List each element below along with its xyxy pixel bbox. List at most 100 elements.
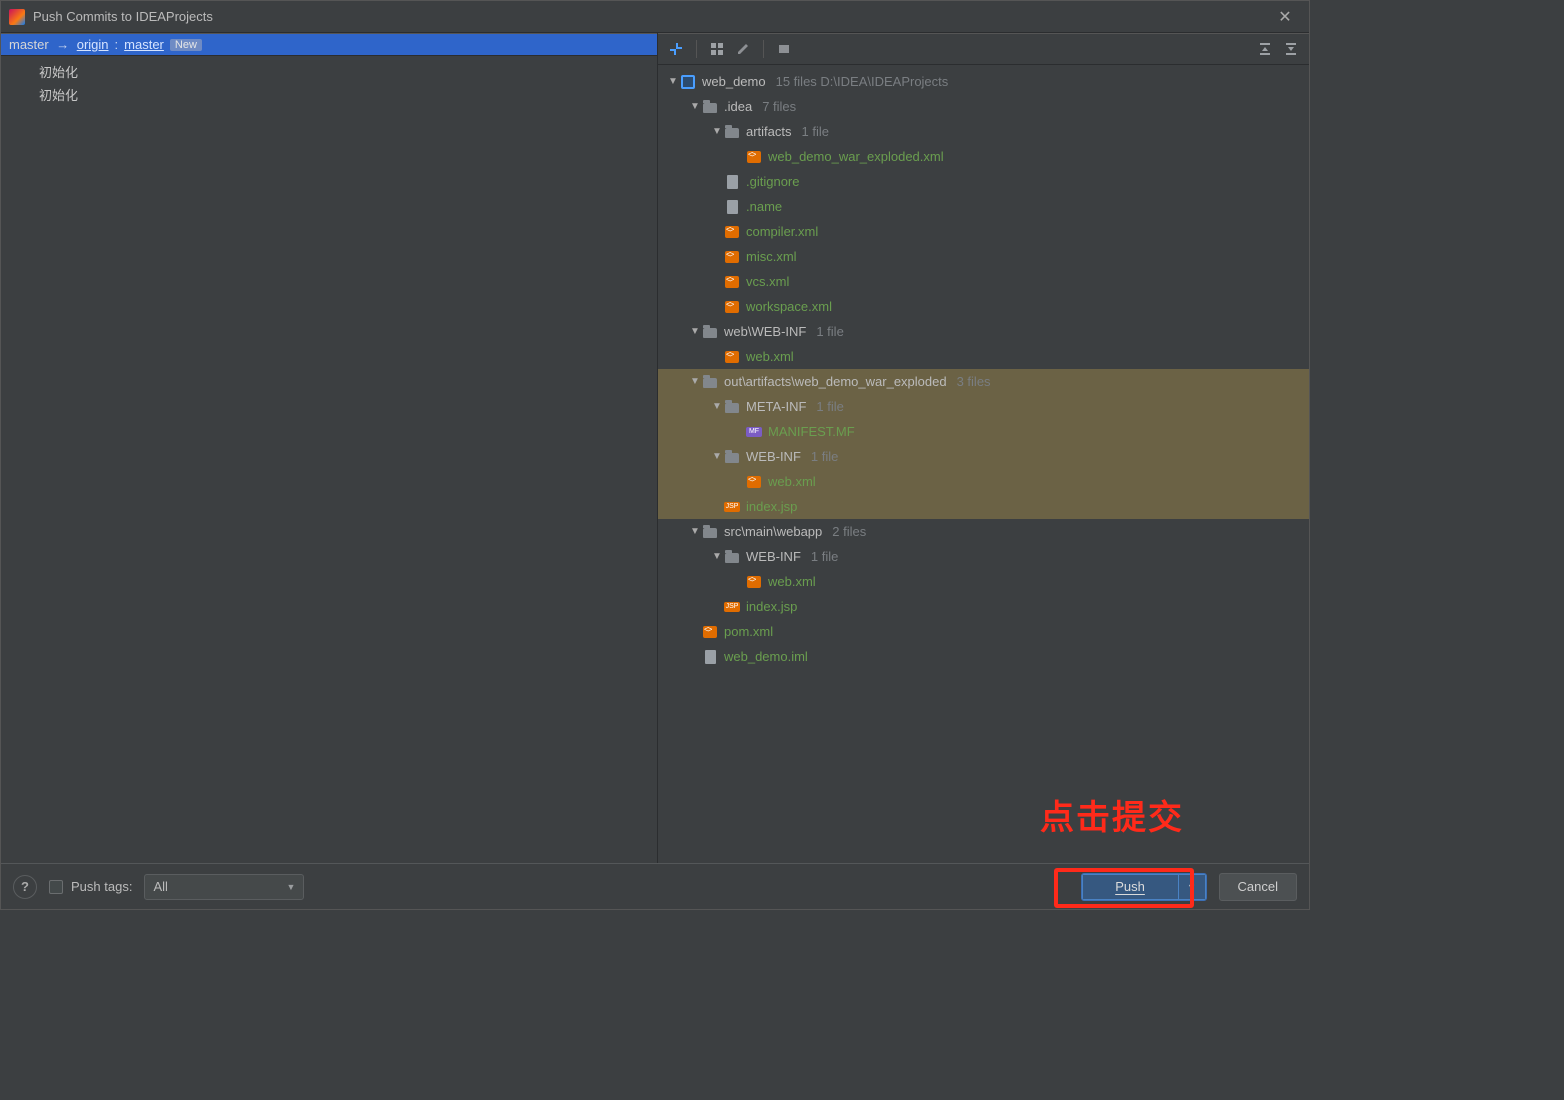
tree-row[interactable]: ▼ .idea 7 files (658, 94, 1309, 119)
tree-row[interactable]: ▼vcs.xml (658, 269, 1309, 294)
push-tags-checkbox[interactable] (49, 880, 63, 894)
edit-icon[interactable] (733, 39, 753, 59)
chevron-down-icon[interactable]: ▼ (710, 551, 724, 562)
xml-file-icon (746, 474, 762, 490)
tree-meta: 15 files D:\IDEA\IDEAProjects (776, 74, 949, 89)
jsp-file-icon: JSP (724, 599, 740, 615)
tree-row[interactable]: ▼web_demo.iml (658, 644, 1309, 669)
tree-meta: 1 file (811, 449, 838, 464)
xml-file-icon (724, 349, 740, 365)
commit-item[interactable]: 初始化 (1, 60, 657, 83)
tree-label: META-INF (746, 399, 806, 414)
chevron-down-icon[interactable]: ▼ (688, 526, 702, 537)
chevron-down-icon[interactable]: ▼ (688, 101, 702, 112)
tree-row[interactable]: ▼workspace.xml (658, 294, 1309, 319)
remote-branch[interactable]: master (124, 37, 164, 52)
branch-colon: : (115, 37, 119, 52)
tree-meta: 1 file (802, 124, 829, 139)
tree-row[interactable]: ▼MFMANIFEST.MF (658, 419, 1309, 444)
tree-row[interactable]: ▼web.xml (658, 569, 1309, 594)
chevron-down-icon[interactable]: ▼ (688, 376, 702, 387)
titlebar: Push Commits to IDEAProjects ✕ (1, 1, 1309, 33)
branches-pane: master → origin : master New 初始化初始化 (1, 33, 658, 863)
tree-row[interactable]: ▼web.xml (658, 344, 1309, 369)
branch-row[interactable]: master → origin : master New (1, 33, 657, 56)
tree-label: vcs.xml (746, 274, 789, 289)
push-dropdown-arrow[interactable]: ▼ (1178, 874, 1206, 900)
changes-pane: ▼ web_demo 15 files D:\IDEA\IDEAProjects ▼.… (658, 33, 1309, 863)
diff-preview-icon[interactable] (666, 39, 686, 59)
tree-label: artifacts (746, 124, 792, 139)
local-branch: master (9, 37, 49, 52)
close-icon[interactable]: ✕ (1269, 1, 1301, 33)
folder-icon (724, 549, 740, 565)
expand-all-icon[interactable] (1255, 39, 1275, 59)
help-button[interactable]: ? (13, 875, 37, 899)
tree-row[interactable]: ▼ web_demo 15 files D:\IDEA\IDEAProjects (658, 69, 1309, 94)
file-icon (702, 649, 718, 665)
tree-meta: 3 files (957, 374, 991, 389)
push-tags-dropdown[interactable]: All ▼ (144, 874, 304, 900)
folder-icon (702, 324, 718, 340)
tree-row[interactable]: ▼.gitignore (658, 169, 1309, 194)
collapse-icon[interactable] (774, 39, 794, 59)
push-button[interactable]: Push (1082, 874, 1178, 900)
folder-icon (702, 99, 718, 115)
tree-row[interactable]: ▼JSPindex.jsp (658, 594, 1309, 619)
tree-label: web.xml (768, 474, 816, 489)
tree-row[interactable]: ▼ artifacts 1 file (658, 119, 1309, 144)
tree-label: pom.xml (724, 624, 773, 639)
xml-file-icon (724, 249, 740, 265)
folder-icon (702, 524, 718, 540)
xml-file-icon (724, 299, 740, 315)
tree-row[interactable]: ▼pom.xml (658, 619, 1309, 644)
annotation-text: 点击提交 (1040, 790, 1184, 839)
tree-row[interactable]: ▼out\artifacts\web_demo_war_exploded3 fi… (658, 369, 1309, 394)
tree-row[interactable]: ▼web\WEB-INF1 file (658, 319, 1309, 344)
chevron-down-icon[interactable]: ▼ (710, 401, 724, 412)
tree-row[interactable]: ▼WEB-INF1 file (658, 444, 1309, 469)
bottom-bar: ? Push tags: All ▼ Push ▼ Cancel (1, 863, 1309, 909)
tree-row[interactable]: ▼web_demo_war_exploded.xml (658, 144, 1309, 169)
chevron-down-icon[interactable]: ▼ (688, 326, 702, 337)
tree-row[interactable]: ▼ META-INF 1 file (658, 394, 1309, 419)
cancel-button[interactable]: Cancel (1219, 873, 1297, 901)
tree-label: web_demo (702, 74, 766, 89)
push-tags-value: All (153, 879, 167, 894)
tree-row[interactable]: ▼src\main\webapp2 files (658, 519, 1309, 544)
tree-label: web.xml (768, 574, 816, 589)
chevron-down-icon[interactable]: ▼ (666, 76, 680, 87)
chevron-down-icon[interactable]: ▼ (710, 126, 724, 137)
tree-row[interactable]: ▼ WEB-INF 1 file (658, 544, 1309, 569)
xml-file-icon (724, 274, 740, 290)
tree-meta: 1 file (811, 549, 838, 564)
xml-file-icon (746, 149, 762, 165)
remote-name[interactable]: origin (77, 37, 109, 52)
group-by-icon[interactable] (707, 39, 727, 59)
tree-row[interactable]: ▼JSPindex.jsp (658, 494, 1309, 519)
tree-row[interactable]: ▼misc.xml (658, 244, 1309, 269)
folder-icon (724, 399, 740, 415)
changes-tree[interactable]: ▼ web_demo 15 files D:\IDEA\IDEAProjects ▼.… (658, 65, 1309, 863)
collapse-all-icon[interactable] (1281, 39, 1301, 59)
xml-file-icon (702, 624, 718, 640)
arrow-right-icon: → (55, 37, 71, 52)
tree-label: compiler.xml (746, 224, 818, 239)
tree-meta: 2 files (832, 524, 866, 539)
tree-meta: 7 files (762, 99, 796, 114)
xml-file-icon (724, 224, 740, 240)
chevron-down-icon[interactable]: ▼ (710, 451, 724, 462)
tree-row[interactable]: ▼.name (658, 194, 1309, 219)
commit-item[interactable]: 初始化 (1, 83, 657, 106)
tree-label: .idea (724, 99, 752, 114)
commit-list: 初始化初始化 (1, 56, 657, 110)
tree-meta: 1 file (816, 399, 843, 414)
chevron-down-icon: ▼ (287, 882, 296, 892)
tree-row[interactable]: ▼web.xml (658, 469, 1309, 494)
app-icon (9, 9, 25, 25)
new-badge: New (170, 39, 202, 51)
file-icon (724, 199, 740, 215)
tree-row[interactable]: ▼compiler.xml (658, 219, 1309, 244)
tree-label: WEB-INF (746, 549, 801, 564)
folder-icon (724, 124, 740, 140)
